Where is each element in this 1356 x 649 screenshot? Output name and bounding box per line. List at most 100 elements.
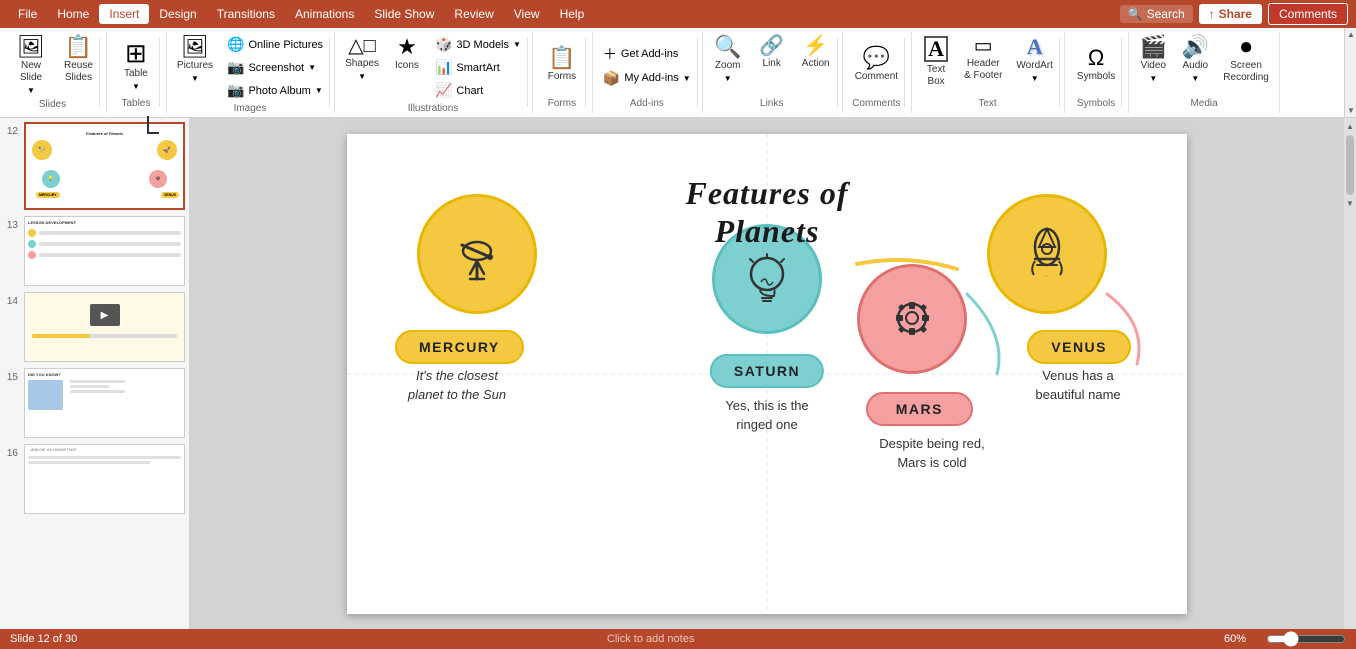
- slide-canvas[interactable]: Features of Planets MER: [347, 134, 1187, 614]
- header-footer-button[interactable]: ▭ Header& Footer: [958, 34, 1008, 84]
- ribbon-group-forms-label: Forms: [548, 98, 576, 111]
- ribbon-group-slides: 🖼 NewSlide ▼ 📋 ReuseSlides Slides: [0, 32, 107, 113]
- photo-album-label: Photo Album: [248, 85, 310, 97]
- slide-item-13[interactable]: 13 LESSON DEVELOPMENT: [4, 216, 185, 286]
- shapes-button[interactable]: △□ Shapes ▼: [339, 34, 385, 83]
- get-addins-button[interactable]: ＋ Get Add-ins: [597, 42, 697, 66]
- menu-home[interactable]: Home: [47, 4, 99, 24]
- mercury-icon: [442, 219, 512, 289]
- link-button[interactable]: 🔗 Link: [751, 34, 793, 72]
- action-button[interactable]: ⚡ Action: [795, 34, 837, 72]
- ribbon-group-tables-label: Tables: [121, 98, 150, 111]
- search-bar[interactable]: 🔍 Search: [1120, 5, 1193, 23]
- table-button[interactable]: ⊞ Table ▼: [116, 34, 156, 96]
- mars-icon: [880, 286, 945, 351]
- online-pictures-button[interactable]: 🌐 Online Pictures: [221, 34, 329, 55]
- ribbon-group-illustrations-label: Illustrations: [339, 103, 527, 116]
- 3d-models-icon: 🎲: [435, 36, 452, 53]
- venus-circle[interactable]: [987, 194, 1107, 314]
- ribbon-group-links-label: Links: [707, 98, 837, 111]
- forms-button[interactable]: 📋 Forms: [542, 34, 582, 96]
- symbols-button[interactable]: Ω Symbols: [1071, 34, 1121, 96]
- mercury-label[interactable]: MERCURY: [395, 330, 524, 364]
- saturn-label[interactable]: SATURN: [710, 354, 824, 388]
- zoom-button[interactable]: 🔍 Zoom ▼: [707, 34, 749, 85]
- ribbon: 🖼 NewSlide ▼ 📋 ReuseSlides Slides ⊞: [0, 28, 1356, 118]
- new-slide-button[interactable]: 🖼 NewSlide ▼: [6, 34, 56, 97]
- slide-thumb-13[interactable]: LESSON DEVELOPMENT: [24, 216, 185, 286]
- slide-info: Slide 12 of 30: [10, 633, 77, 645]
- slide-item-12[interactable]: 12 Features of Planets 🔭 🚀 💡 ⚙: [4, 122, 185, 210]
- photo-album-icon: 📷: [227, 82, 244, 99]
- slide-num-12: 12: [4, 126, 18, 137]
- menu-file[interactable]: File: [8, 4, 47, 24]
- vertical-scrollbar[interactable]: ▲ ▼: [1344, 118, 1356, 629]
- ribbon-group-images: 🖼 Pictures ▼ 🌐 Online Pictures 📷 Screens…: [167, 32, 335, 113]
- link-label: Link: [763, 58, 781, 70]
- ribbon-scroll: ▲ ▼: [1344, 28, 1356, 117]
- menu-transitions[interactable]: Transitions: [207, 4, 285, 24]
- table-label: Table: [124, 68, 148, 80]
- menu-design[interactable]: Design: [149, 4, 206, 24]
- screen-recording-button[interactable]: ⏺ ScreenRecording: [1217, 34, 1275, 86]
- text-box-button[interactable]: A TextBox: [916, 34, 956, 90]
- 3d-models-button[interactable]: 🎲 3D Models ▼: [429, 34, 527, 55]
- mars-label[interactable]: MARS: [866, 392, 973, 426]
- slide-thumb-15[interactable]: DID YOU KNOW?: [24, 368, 185, 438]
- header-footer-label: Header& Footer: [964, 58, 1002, 82]
- mercury-circle[interactable]: [417, 194, 537, 314]
- screenshot-button[interactable]: 📷 Screenshot ▼: [221, 57, 329, 78]
- smartart-button[interactable]: 📊 SmartArt: [429, 57, 527, 78]
- venus-label[interactable]: VENUS: [1027, 330, 1131, 364]
- slide-item-15[interactable]: 15 DID YOU KNOW?: [4, 368, 185, 438]
- menu-insert[interactable]: Insert: [99, 4, 149, 24]
- ribbon-group-comments: 💬 Comment Comments: [843, 32, 912, 113]
- audio-button[interactable]: 🔊 Audio ▼: [1175, 34, 1215, 85]
- video-icon: 🎬: [1140, 36, 1167, 58]
- pictures-arrow: ▼: [191, 74, 199, 83]
- new-slide-arrow: ▼: [27, 86, 35, 95]
- wordart-button[interactable]: A WordArt ▼: [1010, 34, 1059, 85]
- mars-circle[interactable]: [857, 264, 967, 374]
- 3d-models-label: 3D Models: [456, 39, 509, 51]
- reuse-slides-button[interactable]: 📋 ReuseSlides: [58, 34, 99, 86]
- slide-thumb-14[interactable]: ▶: [24, 292, 185, 362]
- slide-thumb-16[interactable]: ...AND DID YOU KNOW THIS?: [24, 444, 185, 514]
- photo-album-arrow: ▼: [315, 86, 323, 95]
- menu-view[interactable]: View: [504, 4, 550, 24]
- features-title-line1: Features of: [686, 174, 849, 212]
- share-button[interactable]: ↑ Share: [1199, 4, 1262, 24]
- menu-help[interactable]: Help: [550, 4, 595, 24]
- zoom-level: 60%: [1224, 633, 1246, 645]
- pictures-button[interactable]: 🖼 Pictures ▼: [171, 34, 219, 85]
- icons-button[interactable]: ★ Icons: [387, 34, 427, 74]
- menu-review[interactable]: Review: [444, 4, 503, 24]
- slide-item-14[interactable]: 14 ▶: [4, 292, 185, 362]
- menu-animations[interactable]: Animations: [285, 4, 364, 24]
- video-arrow: ▼: [1149, 74, 1157, 83]
- scroll-up-arrow[interactable]: ▲: [1344, 120, 1356, 133]
- scroll-thumb[interactable]: [1346, 135, 1354, 195]
- zoom-slider[interactable]: [1266, 633, 1346, 645]
- comment-button[interactable]: 💬 Comment: [849, 34, 904, 96]
- new-slide-icon: 🖼: [17, 36, 45, 58]
- chart-icon: 📈: [435, 82, 452, 99]
- zoom-label: Zoom: [715, 60, 741, 72]
- slide-thumb-12[interactable]: Features of Planets 🔭 🚀 💡 ⚙ M: [24, 122, 185, 210]
- chart-button[interactable]: 📈 Chart: [429, 80, 527, 101]
- ribbon-group-illustrations: △□ Shapes ▼ ★ Icons 🎲 3D Models ▼: [335, 32, 533, 113]
- menu-slideshow[interactable]: Slide Show: [364, 4, 444, 24]
- forms-icon: 📋: [548, 47, 575, 69]
- zoom-icon: 🔍: [714, 36, 741, 58]
- video-button[interactable]: 🎬 Video ▼: [1133, 34, 1173, 85]
- photo-album-button[interactable]: 📷 Photo Album ▼: [221, 80, 329, 101]
- slide-item-16[interactable]: 16 ...AND DID YOU KNOW THIS?: [4, 444, 185, 514]
- ribbon-scroll-up[interactable]: ▲: [1345, 28, 1356, 41]
- ribbon-scroll-down[interactable]: ▼: [1345, 104, 1356, 117]
- wordart-arrow: ▼: [1031, 74, 1039, 83]
- comments-button[interactable]: Comments: [1268, 3, 1348, 25]
- my-addins-button[interactable]: 📦 My Add-ins ▼: [597, 68, 697, 89]
- scroll-down-arrow[interactable]: ▼: [1344, 197, 1356, 210]
- shapes-label: Shapes: [345, 58, 379, 70]
- header-footer-icon: ▭: [974, 36, 993, 56]
